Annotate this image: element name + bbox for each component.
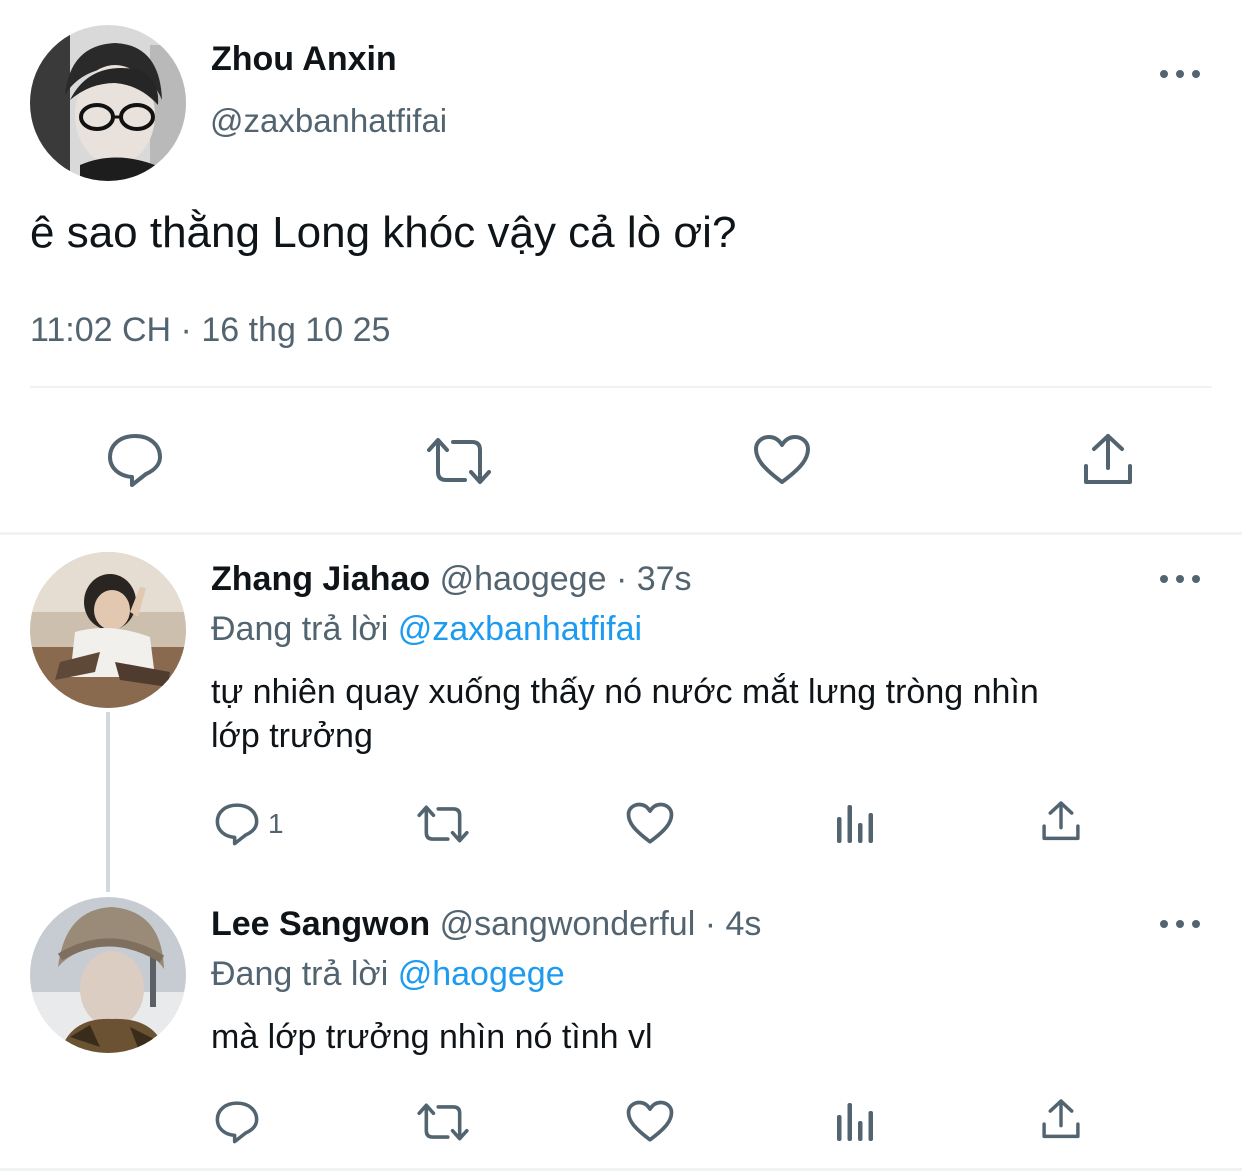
- share-button[interactable]: [1041, 800, 1081, 843]
- like-icon: [754, 435, 810, 484]
- reply-time[interactable]: 37s: [637, 560, 692, 598]
- reply-text-line: tự nhiên quay xuống thấy nó nước mắt lưn…: [211, 673, 1039, 711]
- share-button[interactable]: [1082, 432, 1134, 488]
- divider: [0, 1168, 1242, 1171]
- retweet-button[interactable]: [416, 1102, 470, 1142]
- reply-text-line: mà lớp trưởng nhìn nó tình vl: [211, 1018, 653, 1056]
- replying-to: Đang trả lời @zaxbanhatfifai: [211, 610, 642, 649]
- replying-to: Đang trả lời @haogege: [211, 955, 565, 994]
- reply-button[interactable]: [214, 1100, 260, 1144]
- share-icon: [1042, 1099, 1080, 1139]
- reply-count: 1: [268, 808, 284, 839]
- like-button[interactable]: [626, 802, 674, 845]
- retweet-icon: [417, 1103, 469, 1141]
- author-handle[interactable]: @sangwonderful: [440, 905, 696, 943]
- separator: ·: [704, 905, 717, 943]
- separator: ·: [615, 560, 628, 598]
- divider: [30, 386, 1212, 388]
- reply-header: Lee Sangwon @sangwonderful · 4s: [211, 905, 761, 944]
- views-button[interactable]: [835, 1101, 877, 1141]
- replying-to-link[interactable]: @zaxbanhatfifai: [398, 610, 642, 648]
- thread-line: [106, 712, 110, 892]
- like-button[interactable]: [626, 1100, 674, 1143]
- like-icon: [626, 802, 674, 844]
- retweet-button[interactable]: [416, 804, 470, 844]
- more-options-icon[interactable]: [1160, 914, 1200, 934]
- more-options-icon[interactable]: [1160, 569, 1200, 589]
- reply-button[interactable]: 1: [214, 802, 284, 846]
- retweet-icon: [417, 805, 469, 843]
- reply-time[interactable]: 4s: [726, 905, 762, 943]
- reply-icon: [108, 434, 162, 487]
- retweet-icon: [427, 438, 491, 484]
- avatar[interactable]: [30, 25, 186, 181]
- tweet-timestamp[interactable]: 11:02 CH · 16 thg 10 25: [30, 311, 390, 350]
- author-name[interactable]: Lee Sangwon: [211, 905, 430, 943]
- analytics-icon: [837, 805, 873, 843]
- replying-prefix: Đang trả lời: [211, 610, 389, 648]
- reply-button[interactable]: [106, 432, 164, 488]
- share-icon: [1042, 801, 1080, 841]
- author-handle[interactable]: @zaxbanhatfifai: [210, 102, 447, 140]
- reply-icon: [215, 1101, 259, 1144]
- more-options-icon[interactable]: [1160, 64, 1200, 84]
- tweet-text: ê sao thằng Long khóc vậy cả lò ơi?: [30, 208, 737, 257]
- replying-prefix: Đang trả lời: [211, 955, 389, 993]
- author-handle[interactable]: @haogege: [440, 560, 607, 598]
- replying-to-link[interactable]: @haogege: [398, 955, 565, 993]
- share-icon: [1084, 434, 1132, 484]
- avatar[interactable]: [30, 897, 186, 1053]
- retweet-button[interactable]: [425, 436, 493, 486]
- analytics-icon: [837, 1103, 873, 1141]
- avatar[interactable]: [30, 552, 186, 708]
- share-button[interactable]: [1041, 1098, 1081, 1141]
- views-button[interactable]: [835, 803, 877, 843]
- like-icon: [626, 1100, 674, 1142]
- divider: [0, 532, 1242, 535]
- author-name[interactable]: Zhou Anxin: [211, 40, 397, 79]
- reply-text-line: lớp trưởng: [211, 717, 373, 755]
- reply-icon: [215, 803, 259, 846]
- reply-header: Zhang Jiahao @haogege · 37s: [211, 560, 692, 599]
- like-button[interactable]: [753, 434, 811, 486]
- author-name[interactable]: Zhang Jiahao: [211, 560, 430, 598]
